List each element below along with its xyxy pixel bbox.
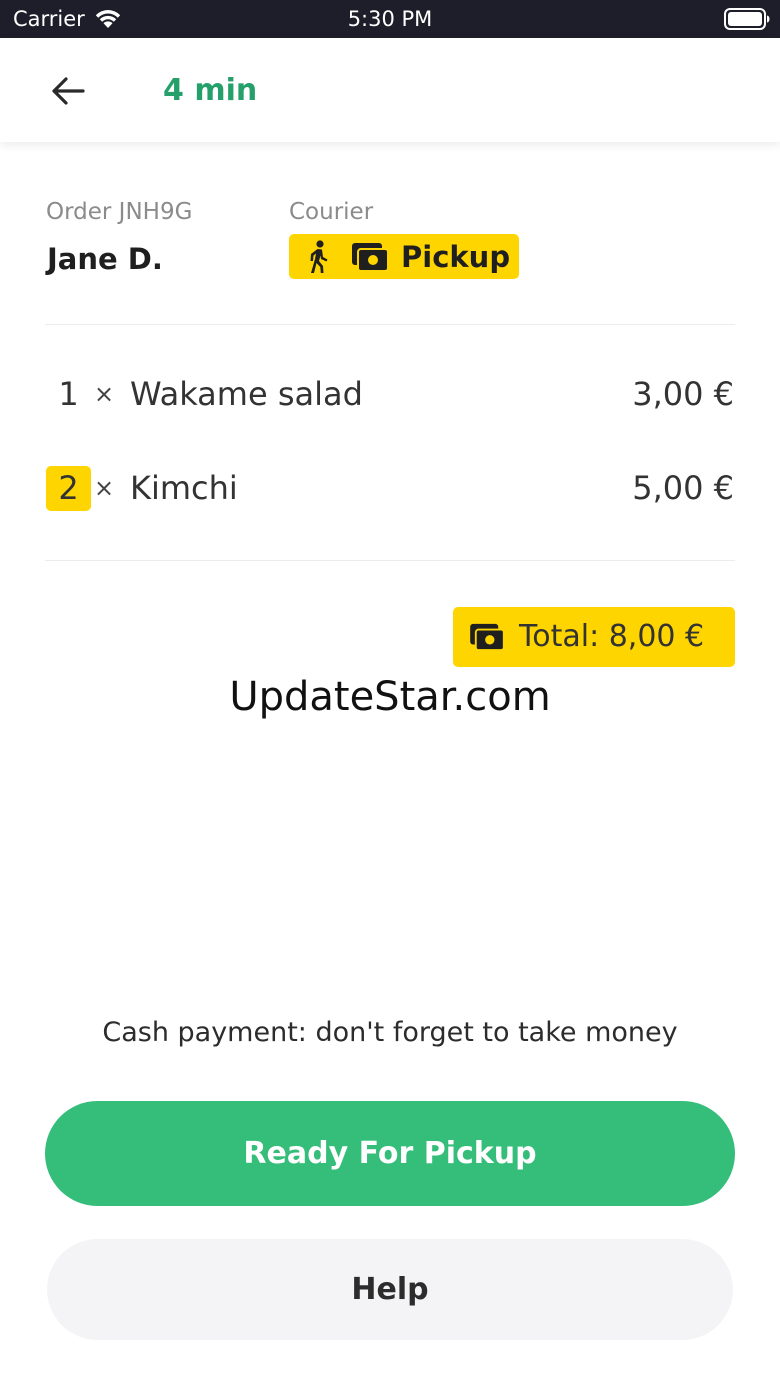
- cash-payment-note: Cash payment: don't forget to take money: [102, 1017, 678, 1048]
- courier-badge: Pickup: [289, 234, 519, 279]
- arrow-left-icon: [52, 77, 85, 105]
- battery-full-icon: [724, 8, 770, 30]
- app-header: 4 min: [0, 38, 780, 142]
- item-name: Kimchi: [130, 469, 238, 507]
- eta-time: 4 min: [163, 73, 258, 108]
- total-badge: Total: 8,00 €: [453, 607, 735, 667]
- item-price: 3,00 €: [632, 375, 734, 413]
- walking-person-icon: [310, 239, 328, 273]
- cash-icon: [470, 623, 505, 651]
- order-number: Order JNH9G: [46, 199, 193, 225]
- courier-label: Courier: [289, 199, 374, 225]
- item-quantity: 1: [58, 375, 79, 413]
- courier-badge-text: Pickup: [401, 239, 511, 274]
- customer-name: Jane D.: [47, 242, 163, 276]
- ready-for-pickup-button[interactable]: Ready For Pickup: [45, 1101, 735, 1206]
- divider: [45, 560, 735, 561]
- watermark-text: UpdateStar.com: [229, 674, 551, 720]
- cash-icon: [352, 242, 389, 272]
- item-price: 5,00 €: [632, 469, 734, 507]
- item-multiply-sign: ×: [94, 380, 115, 408]
- help-button[interactable]: Help: [47, 1239, 733, 1340]
- item-multiply-sign: ×: [94, 474, 115, 502]
- item-quantity: 2: [46, 466, 91, 511]
- order-total: Total: 8,00 €: [519, 619, 705, 654]
- status-bar: Carrier 5:30 PM: [0, 0, 780, 38]
- item-name: Wakame salad: [130, 375, 363, 413]
- divider: [45, 324, 735, 325]
- back-button[interactable]: [40, 68, 96, 114]
- status-time: 5:30 PM: [347, 7, 433, 31]
